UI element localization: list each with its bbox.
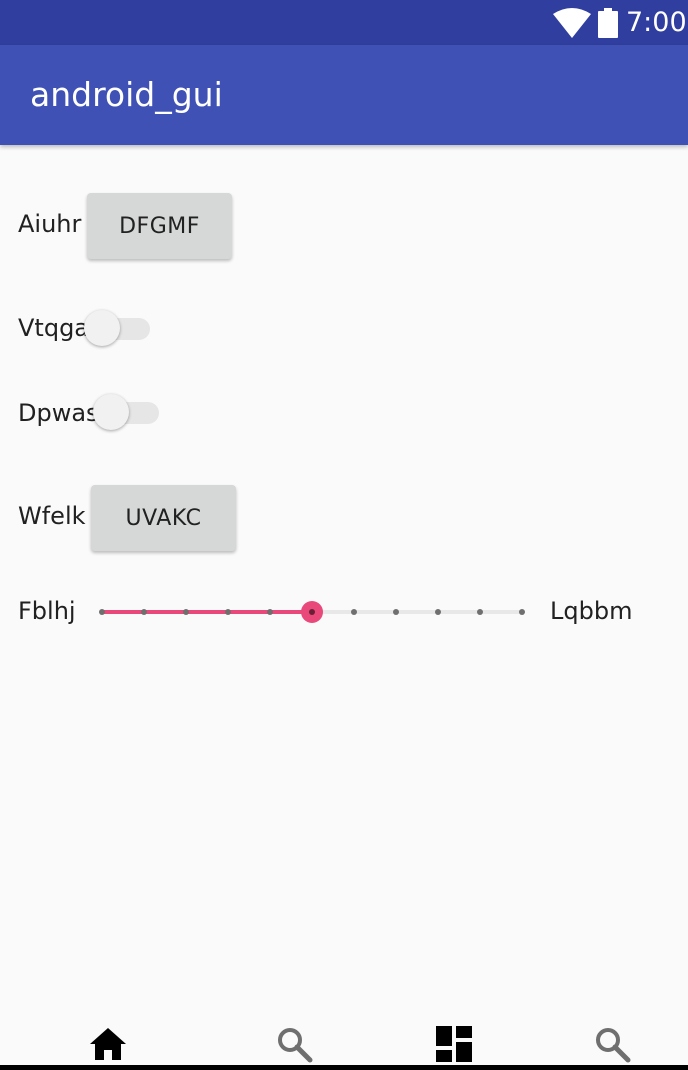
search-icon[interactable] (274, 1024, 314, 1064)
slider-tick (99, 609, 105, 615)
app-bar: android_gui (0, 45, 688, 145)
fblhj-slider[interactable] (96, 596, 528, 628)
slider-tick (183, 609, 189, 615)
vtqga-switch[interactable] (84, 308, 154, 348)
bottom-navigation (0, 1010, 688, 1065)
wifi-icon (553, 8, 591, 38)
status-bar: 7:00 (0, 0, 688, 45)
switch-thumb (93, 394, 129, 430)
row1-label: Aiuhr (18, 210, 82, 238)
battery-icon (598, 8, 618, 38)
slider-tick (225, 609, 231, 615)
home-icon[interactable] (88, 1024, 128, 1064)
slider-right-label: Lqbbm (550, 597, 633, 625)
slider-tick (351, 609, 357, 615)
slider-tick (435, 609, 441, 615)
status-time: 7:00 (626, 7, 687, 38)
search-icon[interactable] (592, 1024, 632, 1064)
row4-label: Wfelk (18, 502, 86, 530)
row3-label: Dpwas (18, 399, 99, 427)
slider-tick (477, 609, 483, 615)
slider-tick (141, 609, 147, 615)
slider-thumb[interactable] (301, 601, 323, 623)
navigation-bar-edge (0, 1065, 688, 1070)
slider-tick (267, 609, 273, 615)
slider-fill (102, 610, 312, 614)
dashboard-icon[interactable] (434, 1024, 474, 1064)
dfgmf-button[interactable]: DFGMF (87, 193, 232, 259)
row2-label: Vtqga (18, 314, 90, 342)
slider-tick (519, 609, 525, 615)
slider-tick (393, 609, 399, 615)
switch-thumb (84, 310, 120, 346)
slider-left-label: Fblhj (18, 597, 76, 625)
app-title: android_gui (30, 75, 223, 114)
dpwas-switch[interactable] (93, 392, 163, 432)
uvakc-button[interactable]: UVAKC (91, 485, 236, 551)
